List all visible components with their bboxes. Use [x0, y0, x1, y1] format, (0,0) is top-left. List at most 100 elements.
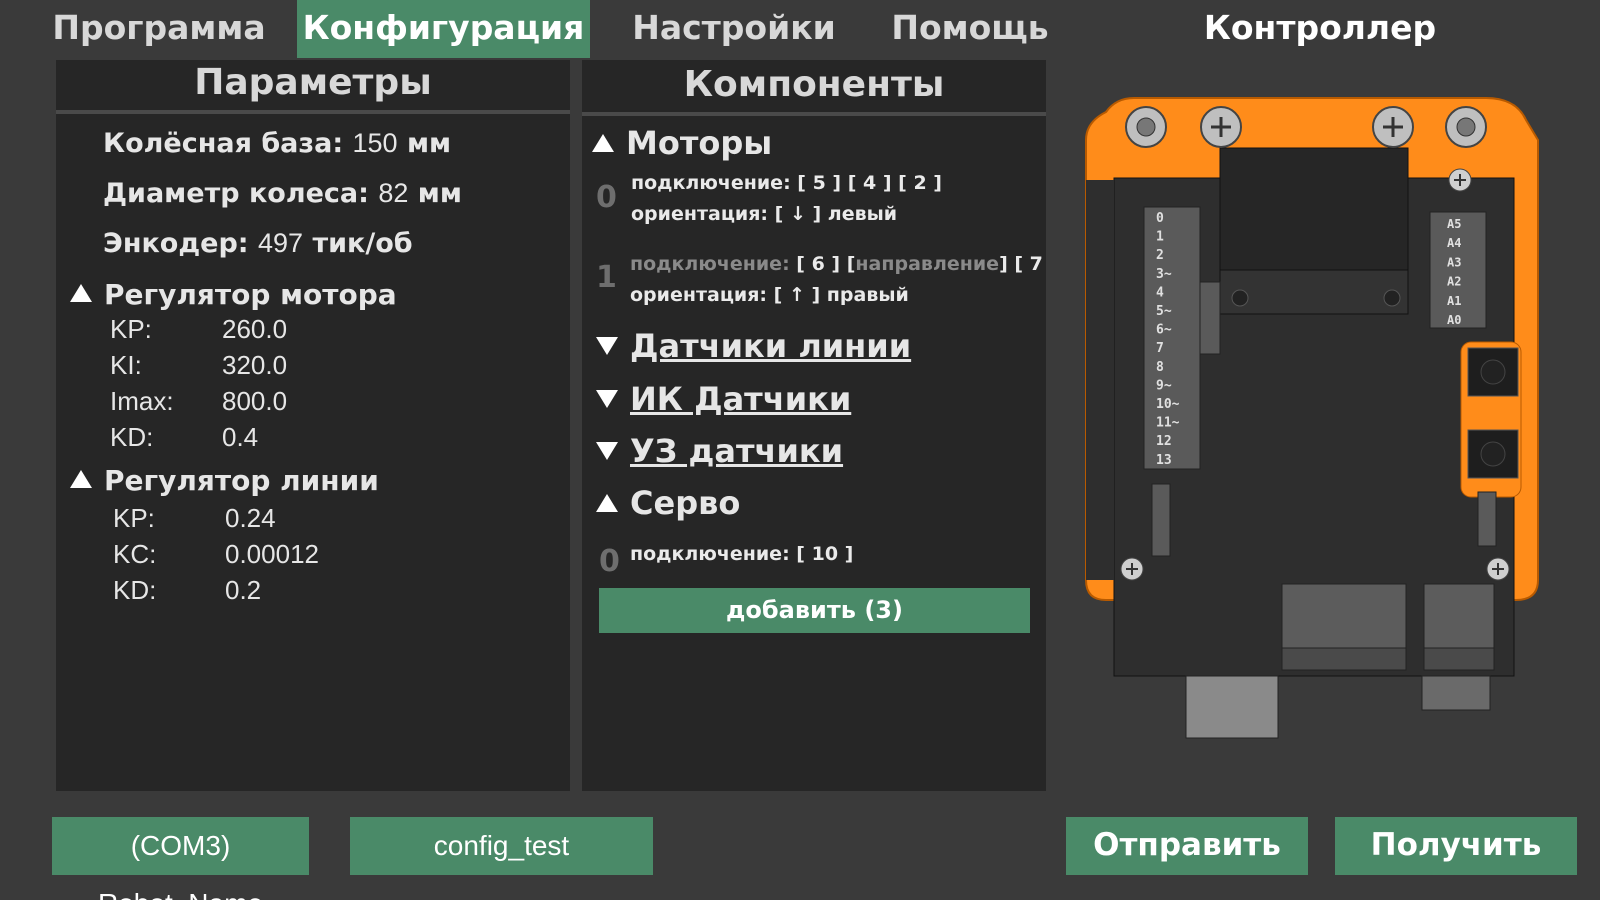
encoder-unit: тик/об	[312, 228, 413, 259]
motor-1-connection-label: подключение:	[630, 253, 790, 275]
encoder-row[interactable]: Энкодер: 497 тик/об	[103, 228, 413, 259]
motor-imax-value[interactable]: 800.0	[222, 386, 287, 417]
line-regulator-title: Регулятор линии	[104, 464, 379, 497]
us-sensors-title: УЗ датчики	[630, 432, 844, 470]
collapse-triangle-icon	[592, 134, 614, 152]
motors-title: Моторы	[626, 124, 773, 162]
motors-header[interactable]: Моторы	[592, 124, 772, 162]
motor-0-connection[interactable]: подключение: [ 5 ] [ 4 ] [ 2 ]	[631, 172, 942, 194]
components-title: Компоненты	[683, 64, 945, 105]
motor-0-connection-value: [ 5 ] [ 4 ] [ 2 ]	[797, 172, 942, 194]
motor-0-orientation[interactable]: ориентация: [ ↓ ] левый	[631, 203, 897, 225]
line-kc-value[interactable]: 0.00012	[225, 539, 319, 570]
analog-pin-label: A3	[1447, 255, 1461, 269]
motor-1-orientation[interactable]: ориентация: [ ↑ ] правый	[630, 284, 909, 306]
motor-kd-key: KD:	[110, 422, 154, 452]
digital-pin-label: 2	[1156, 248, 1164, 263]
motor-regulator-header[interactable]: Регулятор мотора	[70, 278, 397, 311]
line-kd-value[interactable]: 0.2	[225, 575, 261, 606]
wheel-diameter-label: Диаметр колеса	[103, 178, 359, 209]
servo-title: Серво	[630, 484, 741, 522]
digital-pin-label: 4	[1156, 285, 1164, 300]
pcb-left-edge	[1086, 180, 1114, 580]
digital-pin-label: 1	[1156, 230, 1164, 245]
module-screw-right	[1383, 289, 1401, 307]
line-kp-value[interactable]: 0.24	[225, 503, 276, 534]
motor-kp-key: KP:	[110, 314, 152, 344]
add-component-button[interactable]: добавить (3)	[599, 588, 1030, 633]
wheelbase-unit: мм	[406, 128, 452, 159]
line-sensors-header[interactable]: Датчики линии	[596, 327, 911, 365]
servo-header[interactable]: Серво	[596, 484, 740, 522]
wheelbase-value: 150	[352, 128, 398, 158]
wheelbase-label: Колёсная база	[103, 128, 333, 159]
receive-button[interactable]: Получить	[1335, 817, 1577, 875]
encoder-label: Энкодер	[103, 228, 238, 259]
motor-1-orientation-value: [ ↑ ] правый	[773, 284, 909, 306]
expand-triangle-icon	[596, 390, 618, 408]
motor-kp-value[interactable]: 260.0	[222, 314, 287, 345]
digital-pin-label: 3~	[1156, 267, 1172, 282]
motor-kd-value[interactable]: 0.4	[222, 422, 258, 453]
line-kp-key: KP:	[113, 503, 155, 533]
motor-ki-value[interactable]: 320.0	[222, 350, 287, 381]
servo-0-connection[interactable]: подключение: [ 10 ]	[630, 543, 853, 565]
motor-0-orientation-label: ориентация:	[631, 203, 769, 225]
motor-1-direction: направление	[855, 253, 1000, 275]
digital-pin-label: 10~	[1156, 397, 1180, 412]
port-select-button[interactable]: (COM3) Robot_Name	[52, 817, 309, 900]
menu-help[interactable]: Помощь	[880, 0, 1060, 58]
digital-pin-label: 11~	[1156, 416, 1180, 431]
pin-header-tab	[1199, 281, 1221, 355]
line-regulator-header[interactable]: Регулятор линии	[70, 464, 379, 497]
ir-sensors-header[interactable]: ИК Датчики	[596, 380, 851, 418]
digital-pin-label: 7	[1156, 341, 1164, 356]
menu-program[interactable]: Программа	[44, 0, 274, 58]
send-button[interactable]: Отправить	[1066, 817, 1308, 875]
config-name-field[interactable]: config_test	[350, 817, 653, 875]
motor-1-connection[interactable]: подключение: [ 6 ] [направление] [ 7 ]	[630, 253, 1058, 275]
analog-pin-label: A5	[1447, 217, 1461, 231]
menu-configuration[interactable]: Конфигурация	[297, 0, 590, 58]
controller-board-image: 0123~45~6~789~10~11~1213 A5A4A3A2A1A0	[1085, 97, 1539, 739]
components-panel: Компоненты Моторы 0 подключение: [ 5 ] […	[582, 60, 1058, 791]
usb-port	[1185, 675, 1279, 739]
digital-pin-label: 9~	[1156, 378, 1172, 393]
expand-triangle-icon	[596, 337, 618, 355]
ir-sensors-title: ИК Датчики	[630, 380, 852, 418]
top-menu-bar: Программа Конфигурация Настройки Помощь …	[0, 0, 1600, 60]
wheel-diameter-row[interactable]: Диаметр колеса: 82 мм	[103, 178, 462, 209]
jack-port	[1421, 675, 1491, 711]
analog-pin-label: A2	[1447, 275, 1461, 289]
encoder-value: 497	[258, 228, 304, 258]
expand-triangle-icon	[596, 442, 618, 460]
power-jack-base	[1423, 647, 1495, 671]
motor-imax-key: Imax:	[110, 386, 174, 416]
motor-1-orientation-label: ориентация:	[630, 284, 768, 306]
hex-standoff-center	[1136, 117, 1156, 137]
digital-pin-label: 6~	[1156, 323, 1172, 338]
usb-connector-base	[1281, 647, 1407, 671]
power-jack	[1423, 583, 1495, 649]
motor-0-index: 0	[596, 180, 617, 215]
analog-pin-label: A0	[1447, 313, 1461, 327]
connector-right	[1477, 491, 1497, 547]
servo-0-connection-label: подключение:	[630, 543, 790, 565]
parameters-title: Параметры	[194, 62, 432, 103]
wheelbase-row[interactable]: Колёсная база: 150 мм	[103, 128, 451, 159]
parameters-divider	[56, 110, 570, 114]
module-base	[1219, 269, 1409, 315]
motor-1-connection-a: [ 6 ] [	[796, 253, 856, 275]
wheel-diameter-unit: мм	[417, 178, 462, 209]
motor-ki-key: KI:	[110, 350, 142, 380]
controller-title: Контроллер	[1203, 8, 1437, 47]
digital-pin-label: 13	[1156, 453, 1172, 468]
analog-pin-label: A1	[1447, 294, 1461, 308]
components-divider	[582, 112, 1046, 116]
us-sensors-header[interactable]: УЗ датчики	[596, 432, 843, 470]
motor-regulator-title: Регулятор мотора	[104, 278, 397, 311]
menu-settings[interactable]: Настройки	[624, 0, 844, 58]
hex-standoff-center	[1456, 117, 1476, 137]
digital-pin-label: 8	[1156, 360, 1164, 375]
module-screw-left	[1231, 289, 1249, 307]
